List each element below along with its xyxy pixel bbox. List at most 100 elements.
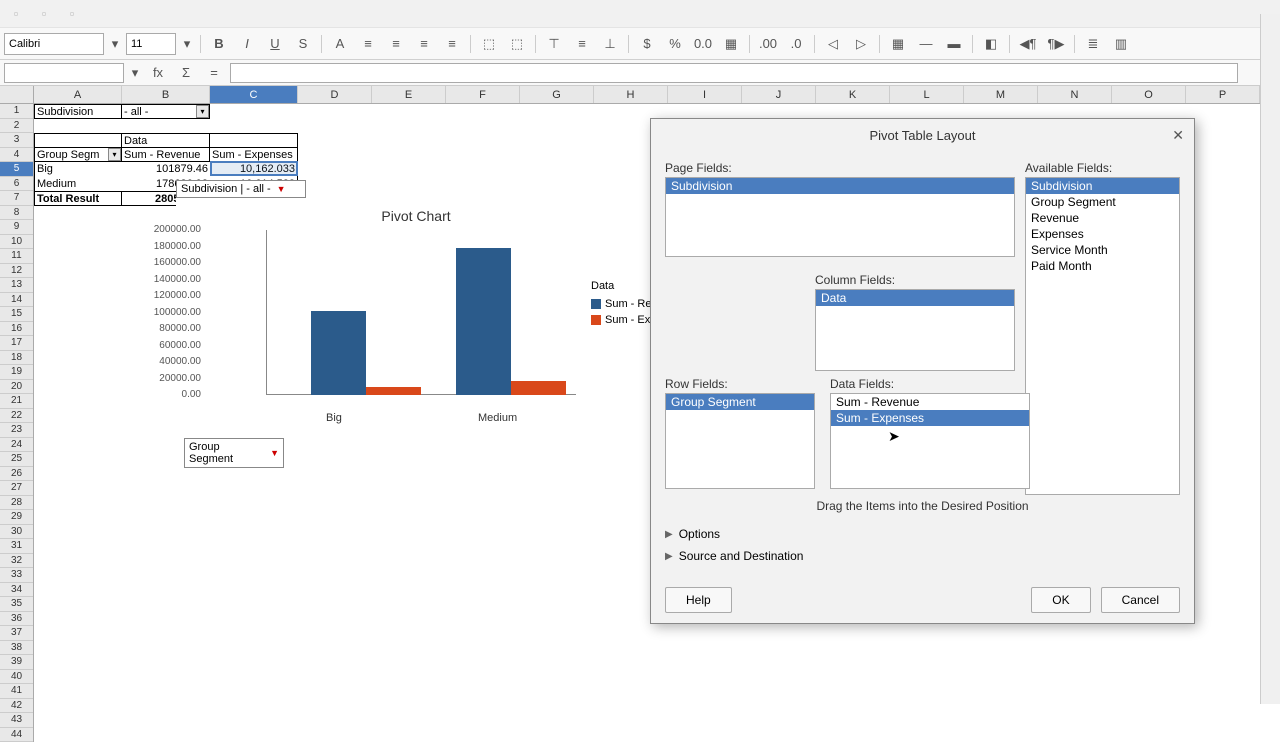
col-header[interactable]: L [890,86,964,103]
underline-icon[interactable]: U [263,32,287,56]
indent-dec-icon[interactable]: ◁ [821,32,845,56]
align-center-icon[interactable]: ≡ [384,32,408,56]
row-header[interactable]: 23 [0,423,33,438]
field-item[interactable]: Subdivision [1026,178,1179,194]
chevron-down-icon[interactable]: ▾ [108,32,122,56]
generic-icon[interactable]: ▫ [4,2,28,26]
valign-bot-icon[interactable]: ⊥ [598,32,622,56]
row-header[interactable]: 7 [0,191,33,206]
generic-icon[interactable]: ▫ [60,2,84,26]
field-item[interactable]: Subdivision [666,178,1014,194]
borders-icon[interactable]: ▦ [886,32,910,56]
field-item[interactable]: Expenses [1026,226,1179,242]
italic-icon[interactable]: I [235,32,259,56]
align-left-icon[interactable]: ≡ [356,32,380,56]
wrap-icon[interactable]: ⬚ [477,32,501,56]
row-header[interactable]: 13 [0,278,33,293]
date-icon[interactable]: ▦ [719,32,743,56]
data-fields-box[interactable]: Sum - Revenue Sum - Expenses [830,393,1030,489]
row-header[interactable]: 17 [0,336,33,351]
col-header[interactable]: O [1112,86,1186,103]
row-header[interactable]: 16 [0,322,33,337]
row-header[interactable]: 29 [0,510,33,525]
col-header[interactable]: E [372,86,446,103]
options-expander[interactable]: ▶ Options [665,523,1180,545]
border-style-icon[interactable]: — [914,32,938,56]
source-dest-expander[interactable]: ▶ Source and Destination [665,545,1180,567]
field-item[interactable]: Service Month [1026,242,1179,258]
field-item[interactable]: Sum - Expenses [831,410,1029,426]
chevron-down-icon[interactable]: ▾ [128,61,142,85]
field-item[interactable]: Data [816,290,1014,306]
col-header[interactable]: I [668,86,742,103]
equals-icon[interactable]: = [202,61,226,85]
col-header[interactable]: N [1038,86,1112,103]
col-header[interactable]: A [34,86,122,103]
font-name-select[interactable] [4,33,104,55]
row-header[interactable]: 36 [0,612,33,627]
col-header[interactable]: F [446,86,520,103]
align-justify-icon[interactable]: ≡ [440,32,464,56]
row-header[interactable]: 41 [0,684,33,699]
row-header[interactable]: 5 [0,162,33,177]
bold-icon[interactable]: B [207,32,231,56]
valign-top-icon[interactable]: ⊤ [542,32,566,56]
row-header[interactable]: 8 [0,206,33,221]
font-color-icon[interactable]: A [328,32,352,56]
valign-mid-icon[interactable]: ≡ [570,32,594,56]
row-header[interactable]: 34 [0,583,33,598]
field-item[interactable]: Paid Month [1026,258,1179,274]
row-header[interactable]: 3 [0,133,33,148]
row-header[interactable]: 4 [0,148,33,163]
field-item[interactable]: Revenue [1026,210,1179,226]
fill-color-icon[interactable]: ◧ [979,32,1003,56]
col-header[interactable]: M [964,86,1038,103]
col-header[interactable]: C [210,86,298,103]
row-header[interactable]: 39 [0,655,33,670]
column-fields-box[interactable]: Data [815,289,1015,371]
field-item[interactable]: Group Segment [666,394,814,410]
ok-button[interactable]: OK [1031,587,1090,613]
indent-icon[interactable]: ◀¶ [1016,32,1040,56]
row-header[interactable]: 12 [0,264,33,279]
row-header[interactable]: 11 [0,249,33,264]
formula-input[interactable] [230,63,1238,83]
page-fields-box[interactable]: Subdivision [665,177,1015,257]
row-header[interactable]: 32 [0,554,33,569]
field-item[interactable]: Sum - Revenue [831,394,1029,410]
dialog-titlebar[interactable]: Pivot Table Layout ✕ [651,119,1194,151]
align-right-icon[interactable]: ≡ [412,32,436,56]
filter-dropdown-icon[interactable]: ▾ [108,148,121,161]
currency-icon[interactable]: $ [635,32,659,56]
col-header[interactable]: G [520,86,594,103]
col-header[interactable]: D [298,86,372,103]
cell-reference-input[interactable] [4,63,124,83]
dec-decimal-icon[interactable]: .00 [756,32,780,56]
row-header[interactable]: 6 [0,177,33,192]
row-header[interactable]: 35 [0,597,33,612]
format-icon[interactable]: ≣ [1081,32,1105,56]
col-header[interactable]: B [122,86,210,103]
font-size-select[interactable] [126,33,176,55]
percent-icon[interactable]: % [663,32,687,56]
row-header[interactable]: 44 [0,728,33,742]
row-header[interactable]: 26 [0,467,33,482]
row-header[interactable]: 10 [0,235,33,250]
function-wizard-icon[interactable]: fx [146,61,170,85]
col-header[interactable]: K [816,86,890,103]
row-header[interactable]: 18 [0,351,33,366]
row-header[interactable]: 15 [0,307,33,322]
field-item[interactable]: Group Segment [1026,194,1179,210]
border-color-icon[interactable]: ▬ [942,32,966,56]
row-header[interactable]: 43 [0,713,33,728]
row-header[interactable]: 21 [0,394,33,409]
row-header[interactable]: 2 [0,119,33,134]
row-fields-box[interactable]: Group Segment [665,393,815,489]
row-header[interactable]: 25 [0,452,33,467]
right-sidebar[interactable] [1260,14,1280,704]
row-header[interactable]: 9 [0,220,33,235]
chevron-down-icon[interactable]: ▾ [180,32,194,56]
row-header[interactable]: 1 [0,104,33,119]
strikethrough-icon[interactable]: S [291,32,315,56]
available-fields-box[interactable]: Subdivision Group Segment Revenue Expens… [1025,177,1180,495]
